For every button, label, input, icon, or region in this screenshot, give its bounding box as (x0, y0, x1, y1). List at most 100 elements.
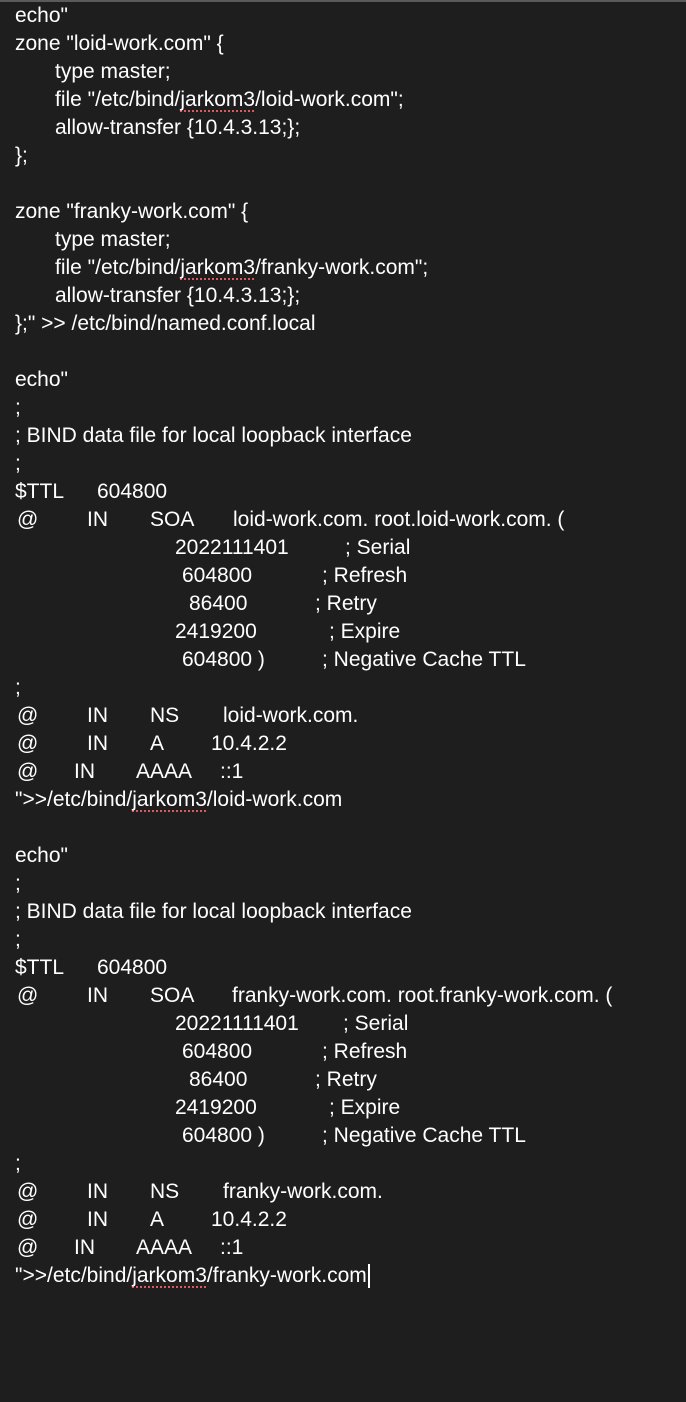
code-line: ; (0, 1150, 23, 1178)
code-text: ; Retry (315, 592, 377, 615)
code-line: $TTL 604800 (0, 478, 167, 506)
code-line: type master; (0, 226, 171, 254)
code-text: type master; (55, 228, 171, 251)
code-text: };" >> /etc/bind/named.conf.local (15, 312, 316, 335)
code-line: echo" (0, 842, 68, 870)
code-text: 2419200 (175, 1096, 257, 1119)
code-line: ; BIND data file for local loopback inte… (0, 898, 412, 926)
code-text: $TTL (15, 956, 65, 979)
code-text: allow-transfer {10.4.3.13;}; (55, 116, 301, 139)
code-text: NS (150, 704, 180, 727)
code-line: 2022111401 ; Serial (0, 534, 410, 562)
code-text: 20221111401 (175, 1012, 299, 1035)
code-line: 20221111401 ; Serial (0, 1010, 408, 1038)
code-text: SOA (150, 508, 195, 531)
code-line: file "/etc/bind/jarkom3/loid-work.com"; (0, 86, 404, 114)
misspelled-word[interactable]: jarkom3 (132, 788, 207, 811)
code-text: ; (15, 928, 21, 951)
code-text: @ (17, 984, 39, 1007)
code-line: 86400 ; Retry (0, 1066, 377, 1094)
code-text: ; Refresh (322, 564, 408, 587)
code-text: 2419200 (175, 620, 257, 643)
code-text: 86400 (189, 1068, 248, 1091)
code-text: ; Expire (329, 620, 401, 643)
code-line: zone "loid-work.com" { (0, 30, 224, 58)
code-line: @ IN SOA loid-work.com. root.loid-work.c… (0, 506, 564, 534)
text-editor[interactable]: echo" zone "loid-work.com" { type master… (0, 0, 686, 1312)
code-text: $TTL (15, 480, 65, 503)
code-text: echo" (15, 4, 68, 27)
code-line: ">>/etc/bind/jarkom3/franky-work.com (0, 1262, 370, 1290)
misspelled-word[interactable]: jarkom3 (132, 1264, 207, 1287)
code-line: ; (0, 394, 23, 422)
code-line: @ IN AAAA ::1 (0, 1234, 243, 1262)
code-text: IN (87, 1208, 108, 1231)
code-text: A (150, 1208, 165, 1231)
code-text: ; Serial (345, 536, 411, 559)
code-text: ; Negative Cache TTL (322, 648, 526, 671)
misspelled-word[interactable]: jarkom3 (180, 256, 255, 279)
code-line: 2419200 ; Expire (0, 1094, 400, 1122)
code-text: loid-work.com. (223, 704, 359, 727)
code-text: IN (87, 1180, 108, 1203)
code-line: 604800 ) ; Negative Cache TTL (0, 646, 526, 674)
code-text: IN (74, 1236, 95, 1259)
code-line: 604800 ) ; Negative Cache TTL (0, 1122, 526, 1150)
code-line: ; (0, 450, 23, 478)
code-line: };" >> /etc/bind/named.conf.local (0, 310, 315, 338)
code-text: type master; (55, 60, 171, 83)
code-line: zone "franky-work.com" { (0, 198, 248, 226)
code-text: @ (17, 508, 39, 531)
code-text: IN (87, 704, 108, 727)
code-text: ; BIND data file for local loopback inte… (15, 424, 412, 447)
code-line: 604800 ; Refresh (0, 1038, 407, 1066)
code-line: 2419200 ; Expire (0, 618, 400, 646)
code-text: ; Refresh (322, 1040, 408, 1063)
code-text: 604800 (182, 564, 253, 587)
code-text: 604800 (97, 956, 168, 979)
code-line: $TTL 604800 (0, 954, 167, 982)
code-text: ; Serial (343, 1012, 409, 1035)
code-text: franky-work.com. root.franky-work.com. ( (232, 984, 613, 1007)
code-text: @ (17, 704, 39, 727)
code-text: echo" (15, 368, 68, 391)
code-line: echo" (0, 366, 68, 394)
code-text: 2022111401 (175, 536, 289, 559)
code-line: allow-transfer {10.4.3.13;}; (0, 114, 300, 142)
code-text: zone "loid-work.com" { (15, 32, 224, 55)
code-text: ; (15, 452, 21, 475)
code-line: ; (0, 674, 23, 702)
code-text: zone "franky-work.com" { (15, 200, 249, 223)
code-text: ; (15, 1152, 21, 1175)
code-text: file "/etc/bind/jarkom3/franky-work.com"… (55, 256, 429, 279)
code-line: file "/etc/bind/jarkom3/franky-work.com"… (0, 254, 428, 282)
code-text: AAAA (136, 760, 193, 783)
code-line: ; BIND data file for local loopback inte… (0, 422, 412, 450)
code-line: 86400 ; Retry (0, 590, 377, 618)
code-text: 86400 (189, 592, 248, 615)
code-text: IN (74, 760, 95, 783)
code-line: allow-transfer {10.4.3.13;}; (0, 282, 300, 310)
code-text: loid-work.com. root.loid-work.com. ( (233, 508, 565, 531)
code-text: ; (15, 872, 21, 895)
code-text: ; Negative Cache TTL (322, 1124, 526, 1147)
text-cursor (367, 1264, 370, 1289)
code-line: @ IN SOA franky-work.com. root.franky-wo… (0, 982, 612, 1010)
code-text: A (150, 732, 165, 755)
code-text: 604800 ) (182, 648, 265, 671)
code-line: 604800 ; Refresh (0, 562, 407, 590)
code-text: @ (17, 1180, 39, 1203)
code-text: NS (150, 1180, 180, 1203)
code-text: 10.4.2.2 (211, 1208, 287, 1231)
misspelled-word[interactable]: jarkom3 (180, 88, 255, 111)
code-text: ">>/etc/bind/jarkom3/loid-work.com (15, 788, 343, 811)
code-text: IN (87, 732, 108, 755)
code-text: 604800 (97, 480, 168, 503)
code-text: @ (17, 732, 39, 755)
code-text: }; (15, 144, 28, 167)
code-text: 10.4.2.2 (211, 732, 287, 755)
code-text: ; Retry (315, 1068, 377, 1091)
code-text: ; Expire (329, 1096, 401, 1119)
code-text: ; (15, 676, 21, 699)
code-text: @ (17, 1236, 39, 1259)
